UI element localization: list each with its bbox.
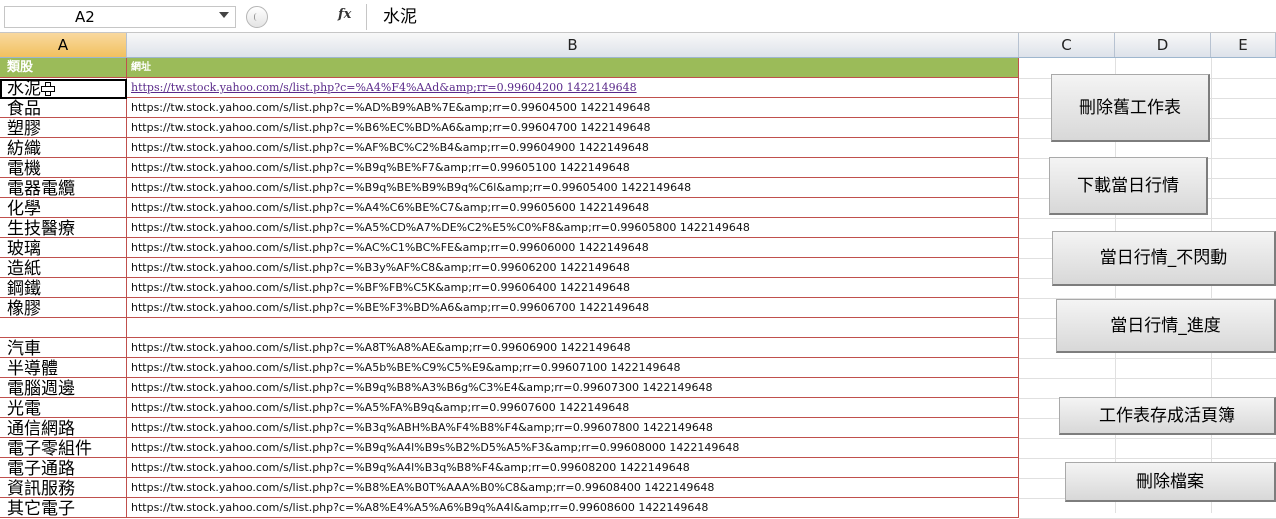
column-headers: A B C D E (0, 33, 1276, 58)
url-cell[interactable]: https://tw.stock.yahoo.com/s/list.php?c=… (127, 98, 1019, 118)
category-cell[interactable]: 電子零組件 (0, 438, 127, 458)
category-cell[interactable]: 水泥 (0, 78, 127, 99)
table-row: 電子零組件 https://tw.stock.yahoo.com/s/list.p… (0, 438, 1276, 459)
url-cell[interactable]: https://tw.stock.yahoo.com/s/list.php?c=… (127, 158, 1019, 178)
url-cell[interactable]: https://tw.stock.yahoo.com/s/list.php?c=… (127, 238, 1019, 258)
table-row: 半導體 https://tw.stock.yahoo.com/s/list.php… (0, 358, 1276, 379)
header-cell-url[interactable]: 網址 (127, 58, 1019, 78)
category-cell[interactable]: 造紙 (0, 258, 127, 278)
category-cell[interactable]: 電器電纜 (0, 178, 127, 198)
url-cell[interactable]: https://tw.stock.yahoo.com/s/list.php?c=… (127, 498, 1019, 518)
formula-bar: A2 fx 水泥 (0, 0, 1276, 33)
column-header-a[interactable]: A (0, 33, 127, 57)
cancel-entry-icon[interactable] (246, 6, 268, 28)
url-cell[interactable]: https://tw.stock.yahoo.com/s/list.php?c=… (127, 438, 1019, 458)
category-cell[interactable]: 其它電子 (0, 498, 127, 518)
download-today-button[interactable]: 下載當日行情 (1049, 157, 1208, 215)
url-cell[interactable]: https://tw.stock.yahoo.com/s/list.php?c=… (127, 218, 1019, 238)
url-cell[interactable]: https://tw.stock.yahoo.com/s/list.php?c=… (127, 358, 1019, 378)
category-cell[interactable]: 電機 (0, 158, 127, 178)
chevron-down-icon[interactable] (219, 12, 229, 18)
column-header-d[interactable]: D (1115, 33, 1211, 57)
url-cell[interactable]: https://tw.stock.yahoo.com/s/list.php?c=… (127, 398, 1019, 418)
name-box-value: A2 (75, 8, 95, 26)
formula-controls: fx (244, 6, 364, 28)
category-cell[interactable]: 紡織 (0, 138, 127, 158)
category-cell[interactable]: 塑膠 (0, 118, 127, 138)
category-cell[interactable]: 化學 (0, 198, 127, 218)
url-cell[interactable] (127, 318, 1019, 338)
category-cell[interactable]: 鋼鐵 (0, 278, 127, 298)
url-cell[interactable]: https://tw.stock.yahoo.com/s/list.php?c=… (127, 258, 1019, 278)
insert-function-icon[interactable]: fx (338, 7, 351, 22)
url-hyperlink-cell[interactable]: https://tw.stock.yahoo.com/s/list.php?c=… (127, 78, 1019, 98)
save-sheet-workbook-button[interactable]: 工作表存成活頁簿 (1059, 397, 1276, 435)
url-cell[interactable]: https://tw.stock.yahoo.com/s/list.php?c=… (127, 478, 1019, 498)
column-header-e[interactable]: E (1211, 33, 1276, 57)
delete-old-sheet-button[interactable]: 刪除舊工作表 (1051, 74, 1210, 142)
category-cell[interactable]: 資訊服務 (0, 478, 127, 498)
category-cell[interactable] (0, 318, 127, 338)
category-cell[interactable]: 半導體 (0, 358, 127, 378)
url-cell[interactable]: https://tw.stock.yahoo.com/s/list.php?c=… (127, 418, 1019, 438)
column-header-c[interactable]: C (1019, 33, 1115, 57)
category-cell[interactable]: 汽車 (0, 338, 127, 358)
category-cell[interactable]: 玻璃 (0, 238, 127, 258)
category-cell[interactable]: 通信網路 (0, 418, 127, 438)
category-cell[interactable]: 電子通路 (0, 458, 127, 478)
url-cell[interactable]: https://tw.stock.yahoo.com/s/list.php?c=… (127, 378, 1019, 398)
column-header-b[interactable]: B (127, 33, 1019, 57)
url-cell[interactable]: https://tw.stock.yahoo.com/s/list.php?c=… (127, 198, 1019, 218)
url-cell[interactable]: https://tw.stock.yahoo.com/s/list.php?c=… (127, 458, 1019, 478)
category-cell[interactable]: 生技醫療 (0, 218, 127, 238)
delete-file-button[interactable]: 刪除檔案 (1065, 462, 1276, 502)
name-box[interactable]: A2 (4, 6, 236, 28)
table-row: 電腦週邊 https://tw.stock.yahoo.com/s/list.ph… (0, 378, 1276, 399)
formula-input[interactable]: 水泥 (366, 4, 1274, 30)
cell-select-cursor-icon (41, 82, 55, 96)
header-cell-category[interactable]: 類股 (0, 58, 127, 78)
today-progress-button[interactable]: 當日行情_進度 (1056, 299, 1276, 353)
url-cell[interactable]: https://tw.stock.yahoo.com/s/list.php?c=… (127, 338, 1019, 358)
url-cell[interactable]: https://tw.stock.yahoo.com/s/list.php?c=… (127, 278, 1019, 298)
today-no-flicker-button[interactable]: 當日行情_不閃動 (1052, 231, 1276, 286)
url-cell[interactable]: https://tw.stock.yahoo.com/s/list.php?c=… (127, 298, 1019, 318)
category-cell[interactable]: 光電 (0, 398, 127, 418)
category-cell[interactable]: 食品 (0, 98, 127, 118)
category-cell[interactable]: 電腦週邊 (0, 378, 127, 398)
url-cell[interactable]: https://tw.stock.yahoo.com/s/list.php?c=… (127, 118, 1019, 138)
url-cell[interactable]: https://tw.stock.yahoo.com/s/list.php?c=… (127, 178, 1019, 198)
category-cell[interactable]: 橡膠 (0, 298, 127, 318)
url-cell[interactable]: https://tw.stock.yahoo.com/s/list.php?c=… (127, 138, 1019, 158)
